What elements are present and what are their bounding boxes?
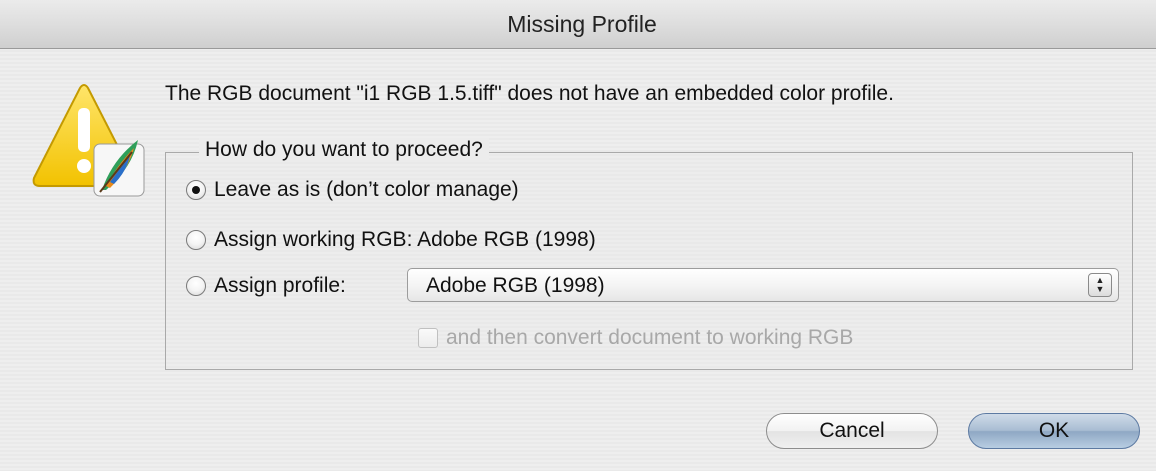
radio-leave-as-is-label[interactable]: Leave as is (don’t color manage): [214, 178, 519, 202]
warning-icon: [32, 84, 145, 197]
convert-checkbox: [418, 328, 438, 348]
radio-button[interactable]: [186, 230, 206, 250]
radio-assign-profile[interactable]: Assign profile:: [186, 274, 346, 298]
missing-profile-dialog: Missing Profile The RGB document "i1 RGB…: [0, 0, 1156, 471]
ok-button[interactable]: OK: [968, 413, 1140, 449]
message-text: The RGB document "i1 RGB 1.5.tiff" does …: [165, 82, 894, 105]
cancel-button[interactable]: Cancel: [766, 413, 938, 449]
radio-assign-profile-label[interactable]: Assign profile:: [214, 274, 346, 298]
radio-button-selected[interactable]: [186, 180, 206, 200]
title-bar[interactable]: Missing Profile: [0, 0, 1156, 49]
radio-assign-working-rgb-label[interactable]: Assign working RGB: Adobe RGB (1998): [214, 228, 596, 252]
radio-button[interactable]: [186, 276, 206, 296]
dialog-title: Missing Profile: [507, 10, 657, 37]
convert-checkbox-row: and then convert document to working RGB: [418, 326, 853, 350]
profile-select[interactable]: Adobe RGB (1998) ▲ ▼: [407, 268, 1119, 302]
group-legend: How do you want to proceed?: [199, 138, 489, 162]
radio-assign-working-rgb[interactable]: Assign working RGB: Adobe RGB (1998): [186, 228, 596, 252]
radio-leave-as-is[interactable]: Leave as is (don’t color manage): [186, 178, 519, 202]
up-down-arrows-icon: ▲ ▼: [1088, 273, 1112, 297]
feather-badge-icon: [93, 140, 145, 197]
convert-checkbox-label: and then convert document to working RGB: [446, 326, 854, 349]
profile-select-value: Adobe RGB (1998): [426, 274, 605, 297]
